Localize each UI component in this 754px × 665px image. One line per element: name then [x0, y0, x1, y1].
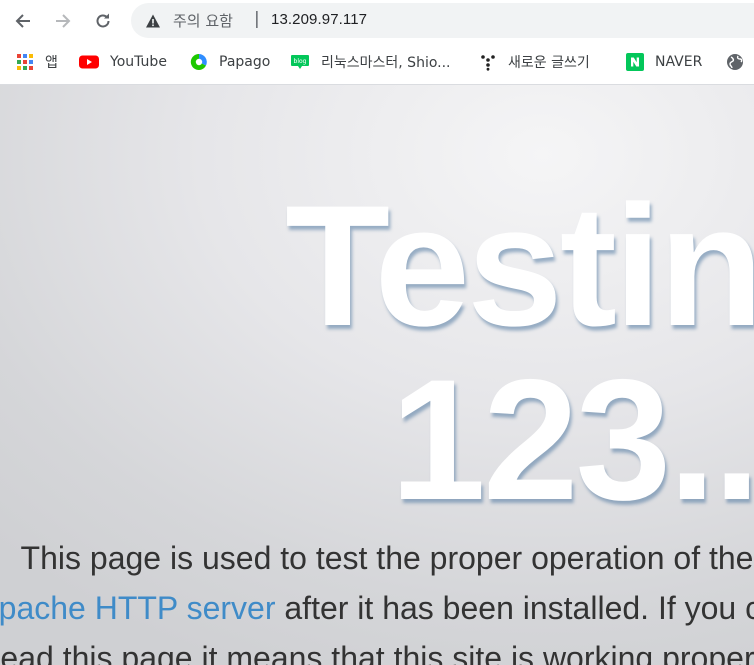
apps-grid-icon — [16, 53, 34, 71]
hero-heading: Testing 123.. — [74, 179, 754, 527]
bookmarks-bar: 앱 YouTube Papago blog 리눅스마스터, Shio... 새로… — [0, 42, 754, 85]
lead-line-2: Apache HTTP server after it has been ins… — [0, 583, 754, 633]
lead-line-3: read this page it means that this site i… — [0, 640, 754, 665]
page-content: Testing 123.. This page is used to test … — [0, 85, 754, 665]
forward-arrow-icon — [56, 14, 71, 28]
reload-icon — [96, 13, 110, 28]
bookmark-youtube[interactable]: YouTube — [79, 42, 167, 82]
hero-line-1: Testing — [285, 170, 754, 362]
bookmark-label: 새로운 글쓰기 — [508, 55, 590, 71]
bookmark-label: 리눅스마스터, Shio... — [321, 55, 451, 71]
lead-paragraph: This page is used to test the proper ope… — [0, 533, 754, 665]
naver-icon — [626, 53, 644, 71]
bookmark-apps[interactable]: 앱 — [16, 42, 58, 82]
browser-toolbar: 주의 요함 | 13.209.97.117 — [0, 0, 754, 42]
url-text[interactable]: 13.209.97.117 — [271, 11, 367, 28]
bookmark-globe[interactable] — [726, 42, 754, 82]
svg-text:blog: blog — [294, 58, 307, 65]
back-arrow-icon — [15, 14, 30, 28]
hero-line-2: 123.. — [390, 344, 754, 536]
address-bar[interactable]: 주의 요함 | 13.209.97.117 — [131, 3, 754, 38]
bookmark-label: YouTube — [110, 54, 167, 70]
write-icon — [479, 53, 497, 71]
back-button[interactable] — [8, 6, 38, 36]
youtube-icon — [79, 53, 99, 71]
bookmark-blog[interactable]: blog 리눅스마스터, Shio... — [290, 42, 451, 82]
papago-icon — [190, 53, 208, 71]
bookmark-label: NAVER — [655, 54, 703, 70]
lead-line-2-text: after it has been installed. If you can — [275, 590, 754, 626]
globe-icon — [726, 53, 744, 71]
bookmark-new-post[interactable]: 새로운 글쓰기 — [479, 42, 590, 82]
blog-icon: blog — [290, 53, 310, 71]
omnibox-separator: | — [254, 9, 260, 29]
bookmark-naver[interactable]: NAVER — [626, 42, 702, 82]
warning-icon[interactable] — [145, 13, 161, 29]
forward-button[interactable] — [48, 6, 78, 36]
bookmark-label: 앱 — [45, 55, 58, 71]
reload-button[interactable] — [88, 6, 118, 36]
security-status-label[interactable]: 주의 요함 — [173, 10, 233, 31]
bookmark-papago[interactable]: Papago — [190, 42, 270, 82]
lead-line-1: This page is used to test the proper ope… — [20, 540, 754, 576]
bookmark-label: Papago — [219, 54, 271, 70]
apache-link[interactable]: Apache HTTP server — [0, 590, 275, 626]
